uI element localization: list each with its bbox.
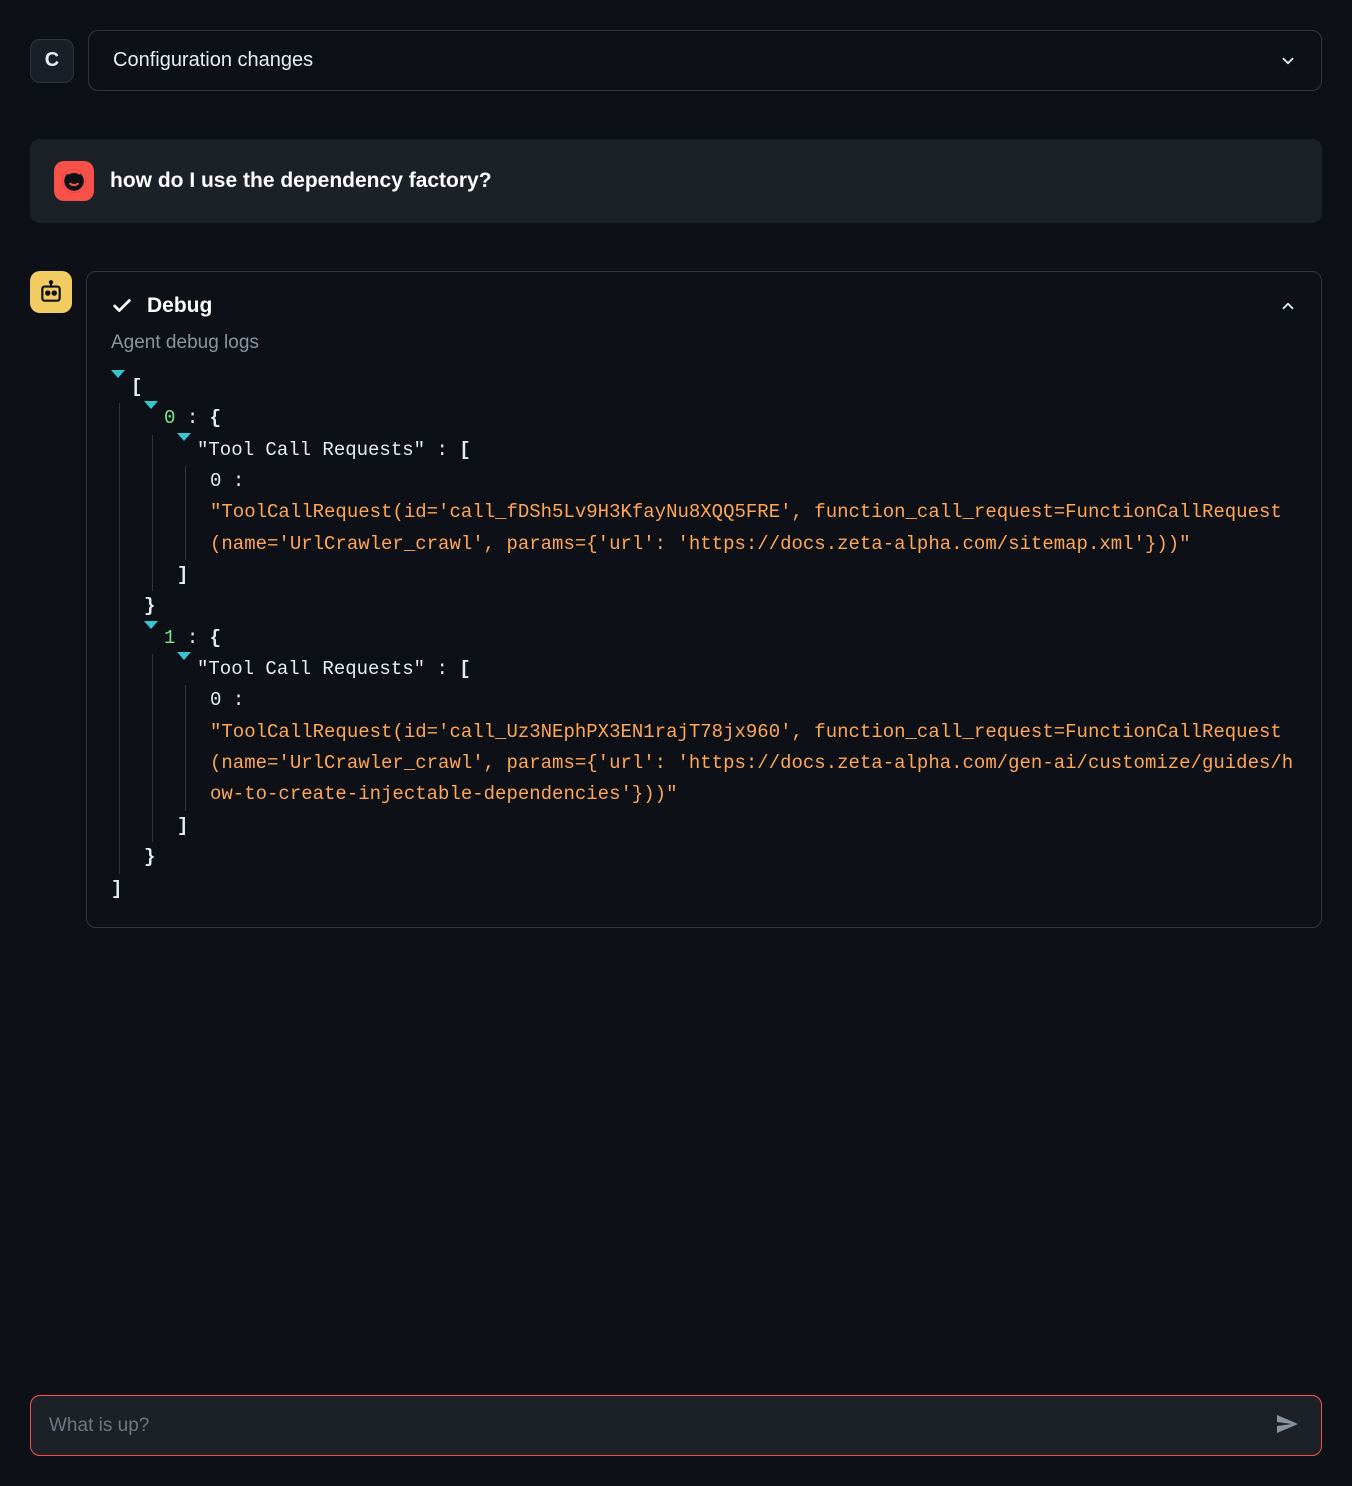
chat-input-bar — [30, 1395, 1322, 1456]
tree-caret-icon[interactable] — [111, 370, 125, 378]
config-dropdown[interactable]: Configuration changes — [88, 30, 1322, 91]
close-bracket: ] — [111, 878, 122, 900]
tree-caret-icon[interactable] — [177, 652, 191, 660]
json-key: "Tool Call Requests" — [197, 439, 425, 461]
send-icon — [1275, 1424, 1299, 1439]
chevron-up-icon[interactable] — [1279, 297, 1297, 315]
user-avatar — [54, 161, 94, 201]
json-index: 1 — [164, 627, 175, 649]
user-message: how do I use the dependency factory? — [30, 139, 1322, 223]
close-brace: } — [144, 846, 155, 868]
open-brace: { — [210, 627, 221, 649]
agent-avatar — [30, 271, 72, 313]
tree-caret-icon[interactable] — [144, 621, 158, 629]
json-string-value: "ToolCallRequest(id='call_Uz3NEphPX3EN1r… — [210, 717, 1297, 811]
check-icon — [111, 295, 133, 317]
json-key: "Tool Call Requests" — [197, 658, 425, 680]
open-bracket: [ — [459, 658, 470, 680]
chat-avatar-c: C — [30, 39, 74, 83]
close-bracket: ] — [177, 564, 188, 586]
debug-subtitle: Agent debug logs — [111, 332, 1297, 354]
open-bracket: [ — [131, 372, 142, 403]
tree-caret-icon[interactable] — [177, 433, 191, 441]
chat-input[interactable] — [49, 1415, 1271, 1437]
json-tree: [ 0 : { "Tool Call Requests" — [111, 372, 1297, 905]
close-brace: } — [144, 595, 155, 617]
send-button[interactable] — [1271, 1408, 1303, 1443]
open-bracket: [ — [459, 439, 470, 461]
open-brace: { — [210, 407, 221, 429]
json-index: 0 — [164, 407, 175, 429]
avatar-letter: C — [45, 49, 59, 72]
debug-panel: Debug Agent debug logs [ 0 : { — [86, 271, 1322, 928]
json-item-index: 0 — [210, 689, 221, 711]
config-dropdown-label: Configuration changes — [113, 49, 313, 72]
json-string-value: "ToolCallRequest(id='call_fDSh5Lv9H3Kfay… — [210, 497, 1297, 560]
debug-title: Debug — [147, 294, 212, 318]
close-bracket: ] — [177, 815, 188, 837]
json-item-index: 0 — [210, 470, 221, 492]
chevron-down-icon — [1279, 52, 1297, 70]
user-message-text: how do I use the dependency factory? — [110, 169, 492, 193]
tree-caret-icon[interactable] — [144, 401, 158, 409]
